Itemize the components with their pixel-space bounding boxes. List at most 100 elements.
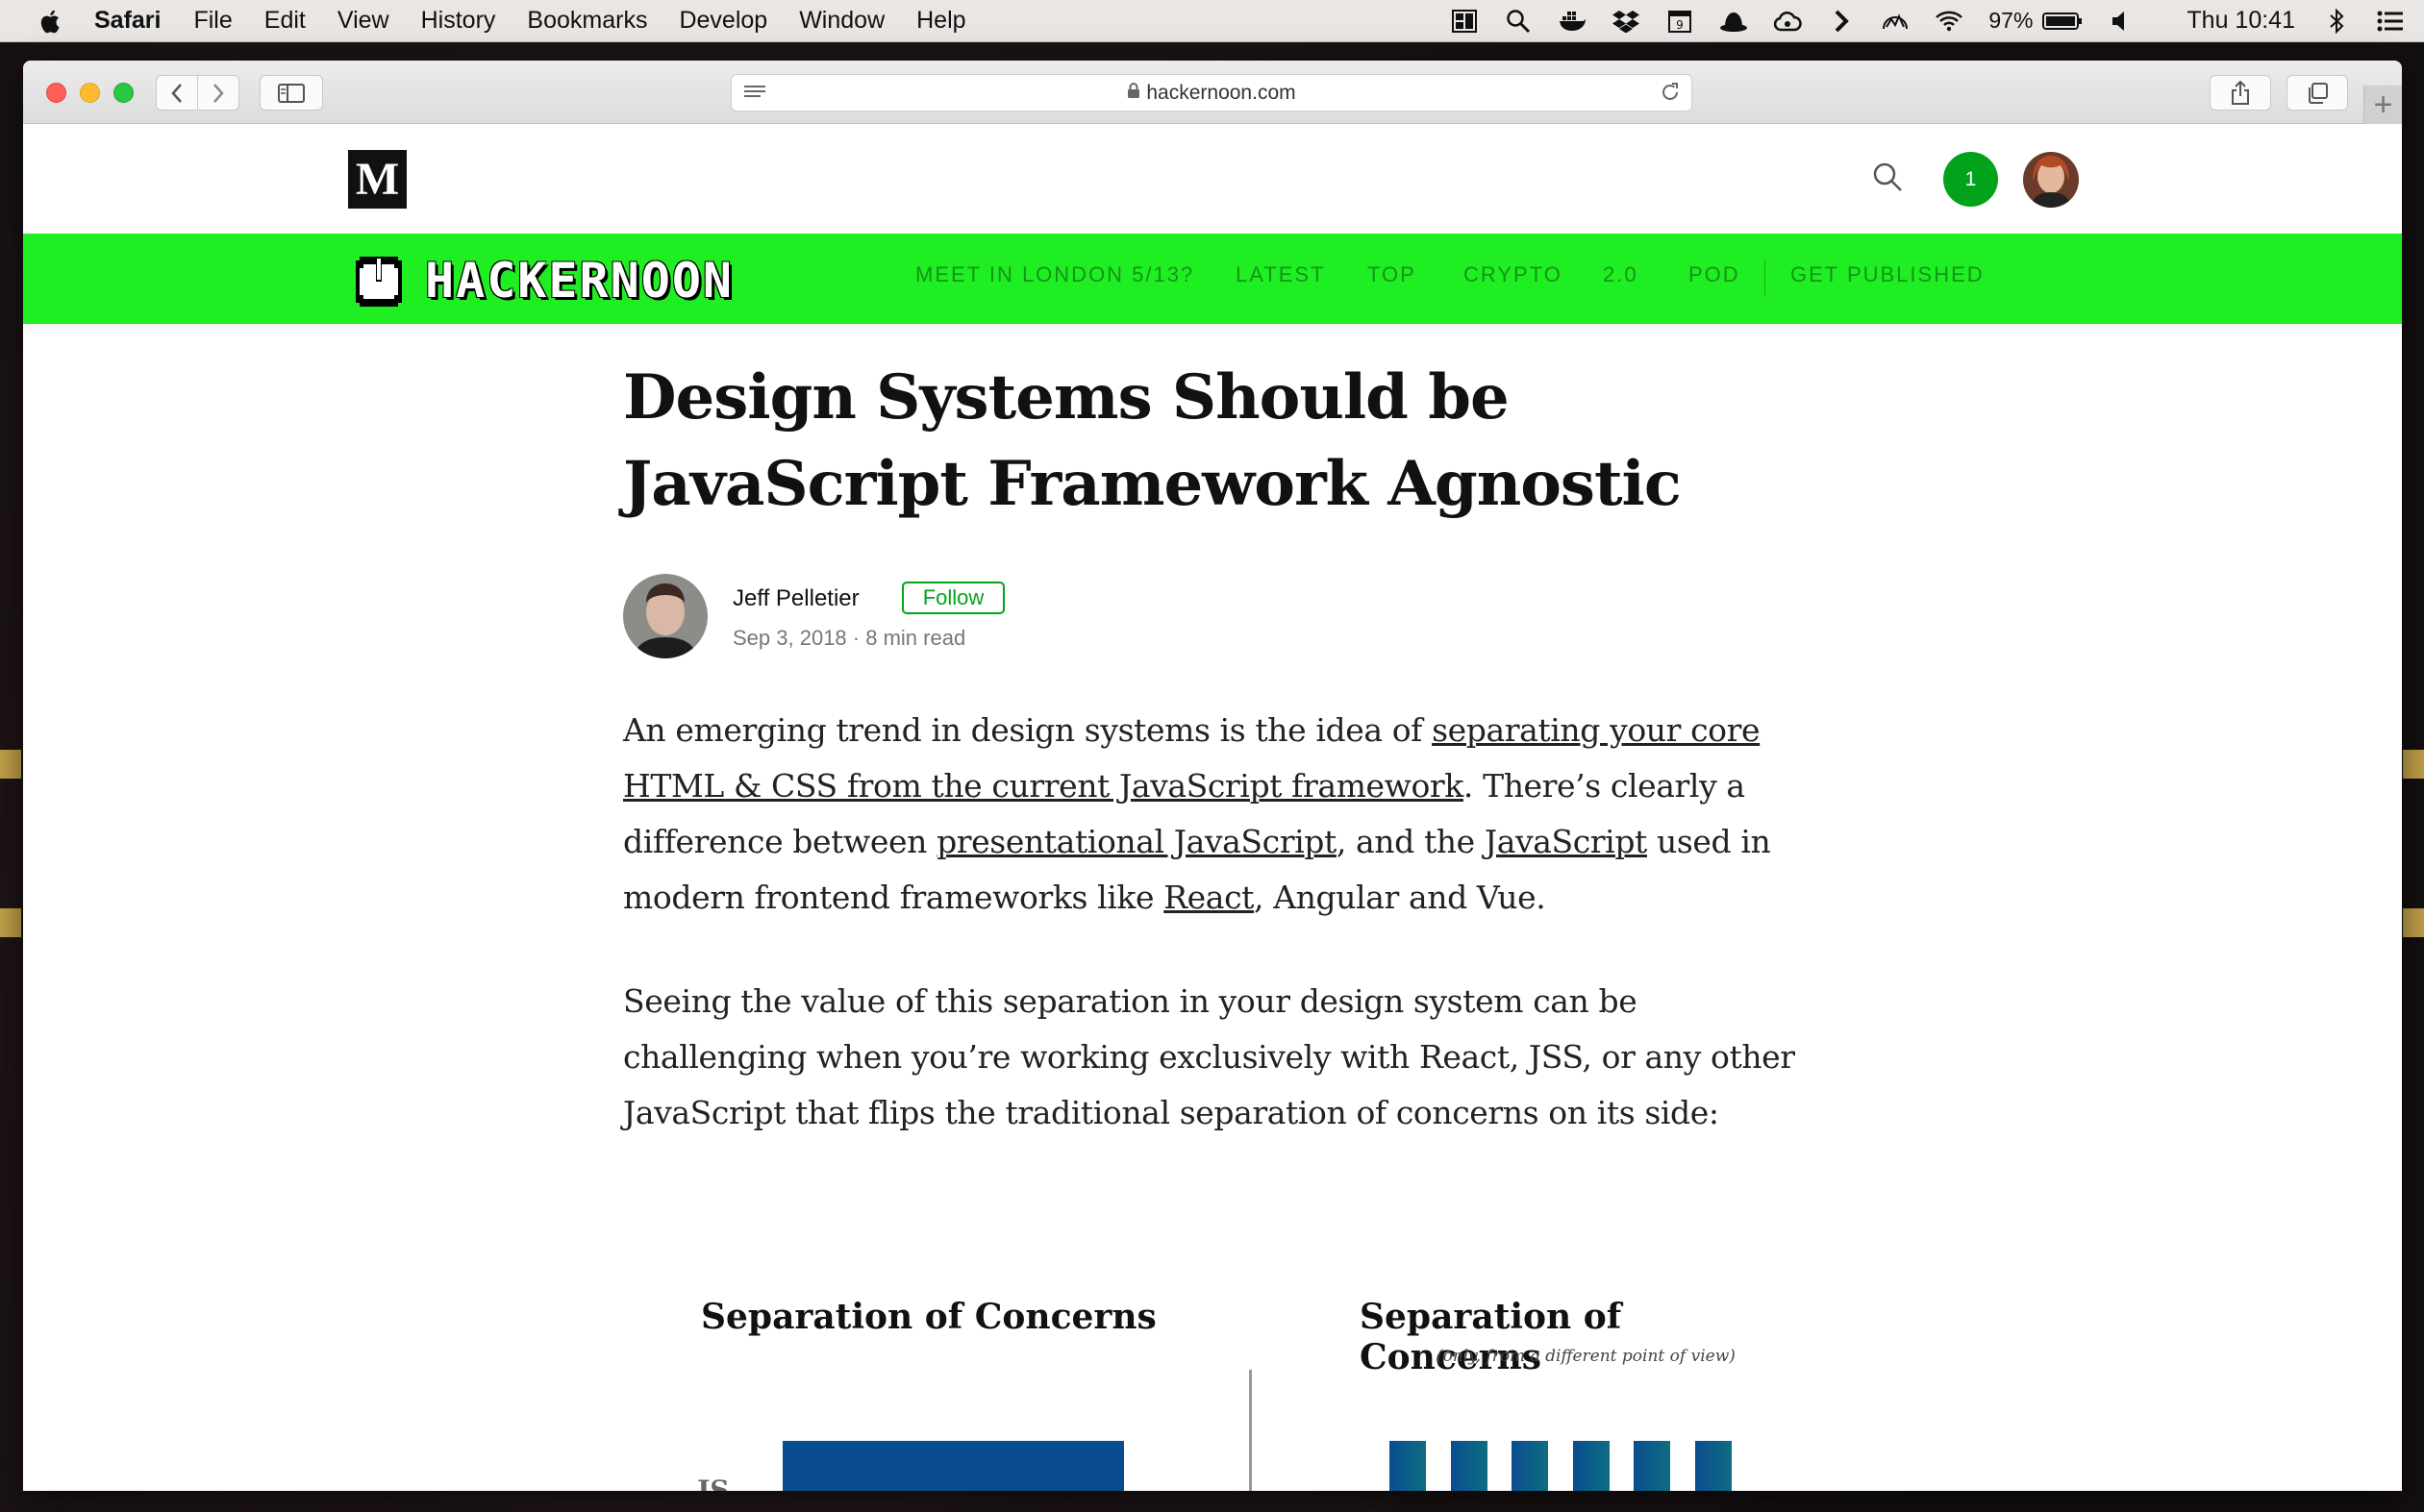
reader-mode-icon[interactable]	[743, 83, 766, 108]
hackernoon-wordmark[interactable]: HACKERNOON	[425, 253, 734, 309]
desktop-decoration	[0, 750, 21, 779]
creative-cloud-icon[interactable]	[1773, 9, 1803, 34]
svg-text:9: 9	[1677, 18, 1685, 32]
menu-bar: Safari File Edit View History Bookmarks …	[0, 0, 2424, 42]
nav-latest[interactable]: LATEST	[1236, 262, 1326, 287]
desktop-decoration	[0, 908, 21, 937]
web-page: M 1 HACKERNOON MEET IN LONDON 5/13? LATE…	[23, 124, 2402, 1491]
nav-meet-in-london[interactable]: MEET IN LONDON 5/13?	[915, 262, 1194, 287]
nav-2-0[interactable]: 2.0	[1603, 262, 1638, 287]
menu-history[interactable]: History	[421, 7, 496, 35]
share-button[interactable]	[2210, 75, 2271, 111]
search-icon[interactable]	[1871, 161, 1904, 198]
notifications-badge[interactable]: 1	[1943, 152, 1998, 207]
link-presentational-javascript[interactable]: presentational JavaScript	[937, 823, 1337, 860]
figure-row-label: JS	[697, 1475, 730, 1491]
menu-develop[interactable]: Develop	[679, 7, 767, 35]
menu-window[interactable]: Window	[799, 7, 885, 35]
nav-divider	[1764, 259, 1765, 295]
sidebar-icon	[278, 83, 305, 103]
figure-small-bar	[1573, 1441, 1610, 1491]
window-minimize-button[interactable]	[80, 83, 100, 103]
author-name[interactable]: Jeff Pelletier	[733, 585, 860, 612]
link-react[interactable]: React	[1163, 879, 1254, 916]
menu-app-safari[interactable]: Safari	[94, 7, 161, 35]
browser-toolbar: hackernoon.com +	[23, 61, 2402, 124]
nav-get-published[interactable]: GET PUBLISHED	[1790, 262, 1985, 287]
medium-header: M 1	[23, 124, 2402, 234]
meta-separator: ·	[852, 626, 861, 650]
figure-small-bar	[1451, 1441, 1487, 1491]
spotlight-search-icon[interactable]	[1504, 9, 1533, 34]
hackernoon-power-icon[interactable]	[350, 251, 408, 313]
battery-icon[interactable]	[2042, 9, 2083, 34]
menu-help[interactable]: Help	[916, 7, 965, 35]
address-bar[interactable]: hackernoon.com	[731, 74, 1692, 112]
article-byline: Jeff Pelletier Follow Sep 3, 2018 · 8 mi…	[623, 574, 1815, 660]
publication-nav: HACKERNOON MEET IN LONDON 5/13? LATEST T…	[23, 234, 2402, 324]
window-zoom-button[interactable]	[113, 83, 134, 103]
paragraph: An emerging trend in design systems is t…	[623, 703, 1815, 926]
medium-logo[interactable]: M	[348, 150, 407, 209]
menu-file[interactable]: File	[193, 7, 232, 35]
author-avatar[interactable]	[623, 574, 708, 658]
calendar-icon[interactable]: 9	[1665, 9, 1694, 34]
figure-small-bar	[1389, 1441, 1426, 1491]
apple-menu-icon[interactable]	[37, 7, 65, 36]
paragraph: Seeing the value of this separation in y…	[623, 982, 1795, 1131]
menu-bookmarks[interactable]: Bookmarks	[527, 7, 647, 35]
menu-edit[interactable]: Edit	[264, 7, 306, 35]
notification-center-icon[interactable]	[2376, 9, 2405, 34]
tab-overview-button[interactable]	[2287, 75, 2348, 111]
bluetooth-icon[interactable]	[2322, 8, 2351, 34]
desktop-decoration	[2403, 750, 2424, 779]
menu-view[interactable]: View	[337, 7, 389, 35]
article-title: Design Systems Should be JavaScript Fram…	[623, 361, 1682, 520]
article-figure: Separation of Concerns Separation of Con…	[638, 1258, 1812, 1491]
back-button[interactable]	[156, 75, 198, 111]
wifi-icon[interactable]	[1935, 9, 1963, 34]
article: Design Systems Should be JavaScript Fram…	[623, 355, 1815, 1141]
status-menus: 9 97% Thu 10:41	[1450, 0, 2424, 42]
new-tab-button[interactable]: +	[2363, 86, 2402, 124]
activity-monitor-icon[interactable]	[1881, 9, 1910, 34]
paragraph-text: , Angular and Vue.	[1254, 879, 1546, 916]
chevron-left-icon	[171, 83, 182, 103]
paragraph-text: , and the	[1336, 823, 1485, 860]
lock-icon	[1127, 82, 1140, 105]
dropbox-icon[interactable]	[1612, 9, 1640, 34]
publish-date[interactable]: Sep 3, 2018	[733, 626, 847, 650]
figure-left-title: Separation of Concerns	[701, 1297, 1157, 1337]
figure-small-bar	[1634, 1441, 1670, 1491]
figure-divider	[1249, 1370, 1252, 1491]
link-javascript[interactable]: JavaScript	[1485, 823, 1647, 860]
safari-window: hackernoon.com + M 1 HACKERNOON MEET IN …	[23, 61, 2402, 1491]
forward-button[interactable]	[197, 75, 239, 111]
paragraph-text: An emerging trend in design systems is t…	[623, 711, 1433, 749]
figure-small-bar	[1512, 1441, 1548, 1491]
sidebar-toggle-button[interactable]	[260, 75, 323, 111]
window-layout-icon[interactable]	[1450, 9, 1479, 34]
battery-percentage[interactable]: 97%	[1988, 8, 2033, 34]
tabs-icon	[2309, 82, 2328, 104]
bowler-hat-icon[interactable]	[1719, 9, 1748, 34]
desktop-decoration	[2403, 908, 2424, 937]
share-icon	[2232, 80, 2249, 105]
volume-icon[interactable]	[2108, 9, 2137, 34]
figure-small-bar	[1695, 1441, 1732, 1491]
chevron-right-icon[interactable]	[1827, 9, 1856, 34]
user-avatar[interactable]	[2023, 152, 2079, 208]
figure-right-subtitle: (only, from a different point of view)	[1437, 1347, 1736, 1366]
nav-pod[interactable]: POD	[1688, 262, 1740, 287]
window-close-button[interactable]	[46, 83, 66, 103]
nav-crypto[interactable]: CRYPTO	[1463, 262, 1562, 287]
url-text[interactable]: hackernoon.com	[1146, 82, 1295, 105]
reload-icon[interactable]	[1659, 81, 1682, 110]
nav-top[interactable]: TOP	[1367, 262, 1416, 287]
figure-js-bar	[783, 1441, 1124, 1491]
read-time: 8 min read	[865, 626, 966, 650]
follow-button[interactable]: Follow	[902, 582, 1005, 614]
menu-bar-clock[interactable]: Thu 10:41	[2187, 7, 2295, 35]
chevron-right-icon	[213, 83, 224, 103]
docker-icon[interactable]	[1558, 9, 1587, 34]
